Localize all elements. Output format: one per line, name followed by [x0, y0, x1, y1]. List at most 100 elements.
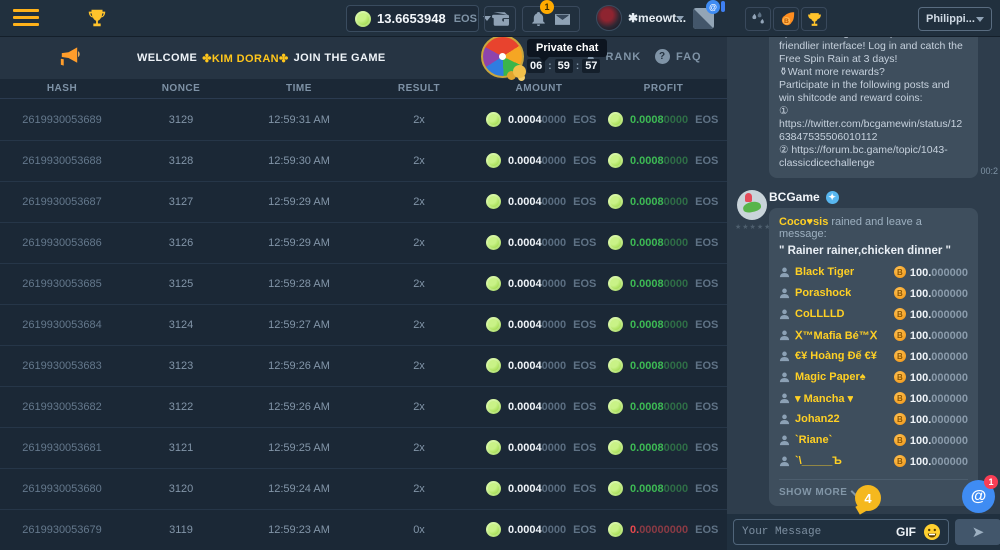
- result-cell: 2x: [360, 196, 478, 208]
- person-icon: [779, 309, 790, 320]
- timer-minutes: 59: [555, 59, 573, 73]
- rain-recipient-row[interactable]: Ⅹ™Mafia Bé™ⅩB100.000000: [779, 326, 968, 344]
- chat-input-bar: GIF ➤: [727, 514, 1000, 550]
- chevron-down-icon[interactable]: [676, 16, 684, 21]
- spin-wheel-icon[interactable]: [481, 35, 524, 78]
- coin-icon: B: [894, 350, 906, 362]
- profit-cell: 0.00080000EOS: [600, 276, 727, 291]
- rain-intro: Coco♥sis rained and leave a message:: [779, 216, 968, 240]
- private-chat-tooltip: Private chat: [527, 39, 607, 57]
- avatar[interactable]: [596, 5, 622, 31]
- table-row: 2619930053684312412:59:27 AM2x0.00040000…: [0, 304, 727, 345]
- hash-cell: 2619930053689: [0, 114, 124, 126]
- nonce-cell: 3127: [124, 196, 238, 208]
- eos-coin-icon: [486, 522, 501, 537]
- eos-coin-icon: [608, 235, 623, 250]
- rank-label: RANK: [605, 51, 641, 63]
- currency-label: EOS: [573, 401, 596, 413]
- time-cell: 12:59:28 AM: [238, 278, 360, 290]
- rain-recipient-row[interactable]: ▾ Mancha ▾B100.000000: [779, 389, 968, 407]
- mention-button[interactable]: @ 1: [962, 480, 995, 513]
- amount-cell: 0.00040000EOS: [478, 194, 600, 209]
- currency-label: EOS: [695, 278, 718, 290]
- table-row: 2619930053686312612:59:29 AM2x0.00040000…: [0, 222, 727, 263]
- result-cell: 0x: [360, 524, 478, 536]
- bell-icon[interactable]: [532, 12, 545, 26]
- rain-recipient-row[interactable]: `Riane`B100.000000: [779, 431, 968, 449]
- chat-username[interactable]: BCGame: [769, 190, 820, 204]
- hash-cell: 2619930053679: [0, 524, 124, 536]
- balance-value: 13.6653948: [377, 11, 446, 26]
- eos-coin-icon: [486, 235, 501, 250]
- rain-icon: [750, 12, 766, 26]
- message-input[interactable]: [742, 526, 888, 538]
- show-more-label: SHOW MORE: [779, 487, 847, 498]
- person-icon: [779, 288, 790, 299]
- coin-icon: B: [894, 413, 906, 425]
- gif-button[interactable]: GIF: [896, 525, 916, 539]
- notification-badge: 1: [540, 0, 554, 14]
- nonce-cell: 3128: [124, 155, 238, 167]
- wallet-icon: [492, 12, 509, 26]
- profit-cell: 0.00080000EOS: [600, 112, 727, 127]
- region-selector[interactable]: Philippi...: [918, 7, 992, 31]
- currency-label: EOS: [695, 360, 718, 372]
- announcement-bar: WELCOME ✤KIM DORAN✤ JOIN THE GAME Privat…: [0, 37, 727, 79]
- emoji-button[interactable]: [924, 524, 940, 540]
- profit-cell: 0.00080000EOS: [600, 358, 727, 373]
- mention-count-badge: 1: [984, 475, 998, 489]
- time-cell: 12:59:29 AM: [238, 237, 360, 249]
- balance-selector[interactable]: 13.6653948 EOS: [346, 5, 479, 32]
- fireball-button[interactable]: B: [773, 7, 799, 31]
- recipient-name: Porashock: [795, 287, 851, 299]
- amount-cell: 0.00040000EOS: [478, 317, 600, 332]
- scrollbar-thumb[interactable]: [721, 1, 725, 12]
- eos-coin-icon: [608, 358, 623, 373]
- result-cell: 2x: [360, 483, 478, 495]
- currency-label: EOS: [695, 319, 718, 331]
- contest-trophy-button[interactable]: [801, 7, 827, 31]
- rain-recipient-row[interactable]: €¥ Hoàng Đế €¥B100.000000: [779, 347, 968, 365]
- table-row: 2619930053685312512:59:28 AM2x0.00040000…: [0, 263, 727, 304]
- rain-amount: 100.000000: [910, 431, 968, 449]
- currency-label: EOS: [573, 360, 596, 372]
- profit-cell: 0.00080000EOS: [600, 153, 727, 168]
- time-cell: 12:59:30 AM: [238, 155, 360, 167]
- hash-cell: 2619930053686: [0, 237, 124, 249]
- nonce-cell: 3125: [124, 278, 238, 290]
- avatar[interactable]: [737, 190, 767, 220]
- table-row: 2619930053679311912:59:23 AM0x0.00040000…: [0, 509, 727, 550]
- rain-button[interactable]: [745, 7, 771, 31]
- welcome-username: ✤KIM DORAN✤: [202, 52, 288, 65]
- currency-label: EOS: [573, 278, 596, 290]
- person-icon: [779, 393, 790, 404]
- rain-recipient-row[interactable]: Johan22B100.000000: [779, 410, 968, 428]
- nonce-cell: 3123: [124, 360, 238, 372]
- recipient-name: Johan22: [795, 413, 840, 425]
- wallet-button[interactable]: [484, 6, 516, 32]
- eos-coin-icon: [608, 522, 623, 537]
- rain-recipient-row[interactable]: PorashockB100.000000: [779, 284, 968, 302]
- eos-coin-icon: [355, 11, 371, 27]
- rain-recipient-row[interactable]: Black TigerB100.000000: [779, 263, 968, 281]
- bcgame-verified-icon: ✦: [826, 191, 839, 204]
- rain-recipient-row[interactable]: CoLLLLDB100.000000: [779, 305, 968, 323]
- amount-cell: 0.00040000EOS: [478, 481, 600, 496]
- trophy-icon[interactable]: [86, 7, 108, 29]
- send-button[interactable]: ➤: [955, 519, 1000, 545]
- fireball-icon: B: [778, 11, 795, 27]
- menu-icon[interactable]: [13, 9, 39, 28]
- faq-button[interactable]: ? FAQ: [655, 49, 702, 64]
- nonce-cell: 3129: [124, 114, 238, 126]
- rain-quote: " Rainer rainer,chicken dinner ": [779, 245, 968, 257]
- question-icon: ?: [655, 49, 670, 64]
- rain-recipient-row[interactable]: Magic Paper♠B100.000000: [779, 368, 968, 386]
- new-messages-badge[interactable]: 4: [855, 485, 881, 511]
- rainer-name: Coco♥sis: [779, 216, 828, 228]
- table-row: 2619930053683312312:59:26 AM2x0.00040000…: [0, 345, 727, 386]
- mail-icon[interactable]: [555, 14, 570, 25]
- currency-label: EOS: [573, 196, 596, 208]
- person-icon: [779, 456, 790, 467]
- rain-recipient-row[interactable]: `\_____ЪB100.000000: [779, 452, 968, 470]
- currency-label: EOS: [695, 524, 718, 536]
